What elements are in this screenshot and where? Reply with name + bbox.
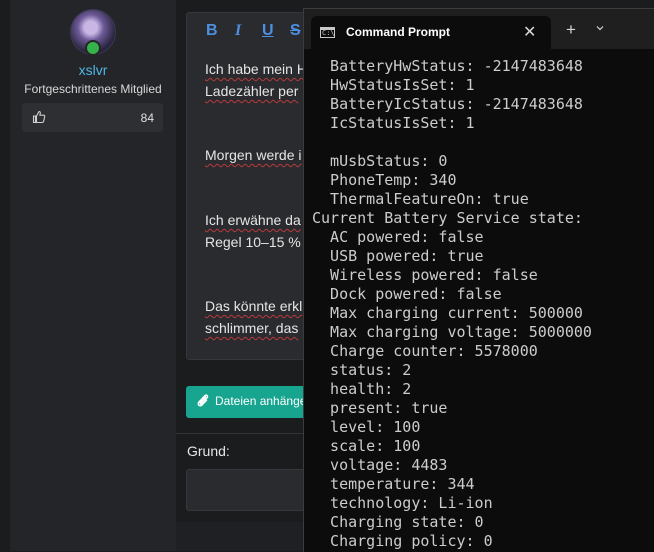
thumbs-up-icon [32, 110, 46, 124]
italic-button[interactable]: I [235, 22, 241, 40]
terminal-output-line: USB powered: true [312, 247, 484, 265]
terminal-output-line: level: 100 [312, 418, 421, 436]
terminal-output-line: Max charging voltage: 5000000 [312, 323, 592, 341]
terminal-output-line: ThermalFeatureOn: true [312, 190, 529, 208]
post-text-line: Ich habe mein H [205, 61, 307, 77]
terminal-output-line: Charging state: 0 [312, 513, 484, 531]
terminal-output-line: BatteryIcStatus: -2147483648 [312, 95, 583, 113]
terminal-output-line: scale: 100 [312, 437, 421, 455]
terminal-output-line: Charging policy: 0 [312, 532, 493, 550]
post-text-line: Ich erwähne da [205, 212, 301, 228]
terminal-output-line: status: 2 [312, 361, 412, 379]
paperclip-icon [197, 394, 209, 407]
terminal-output-line: health: 2 [312, 380, 412, 398]
terminal-output-line: present: true [312, 399, 448, 417]
terminal-output-line: temperature: 344 [312, 475, 475, 493]
terminal-output-line: IcStatusIsSet: 1 [312, 114, 475, 132]
post-text-line: Das könnte erkl [205, 298, 303, 314]
terminal-tab-title: Command Prompt [346, 25, 451, 39]
strikethrough-button[interactable]: S [290, 22, 301, 40]
cmd-terminal-icon: C:\ [320, 27, 335, 38]
terminal-output-line: Current Battery Service state: [312, 209, 583, 227]
terminal-tab[interactable]: C:\ Command Prompt ✕ [311, 16, 551, 49]
terminal-output-line: PhoneTemp: 340 [312, 171, 457, 189]
terminal-output-line: Max charging current: 500000 [312, 304, 583, 322]
terminal-output-line: Charge counter: 5578000 [312, 342, 538, 360]
underline-button[interactable]: U [262, 22, 274, 40]
username-link[interactable]: xslvr [10, 62, 176, 78]
attach-files-label: Dateien anhänge [215, 394, 307, 408]
post-text-line: Morgen werde i [205, 147, 302, 163]
chevron-down-icon[interactable] [596, 24, 604, 32]
terminal-output[interactable]: BatteryHwStatus: -2147483648 HwStatusIsS… [304, 57, 654, 551]
terminal-output-line: BatteryHwStatus: -2147483648 [312, 57, 583, 75]
close-icon[interactable]: ✕ [523, 22, 536, 42]
likes-count: 84 [140, 111, 154, 125]
post-text-line: Regel 10–15 % [205, 234, 301, 250]
terminal-output-line: Wireless powered: false [312, 266, 538, 284]
reason-label: Grund: [187, 443, 230, 459]
terminal-titlebar[interactable]: C:\ Command Prompt ✕ + [304, 9, 654, 49]
command-prompt-window[interactable]: C:\ Command Prompt ✕ + BatteryHwStatus: … [303, 8, 654, 552]
terminal-output-line: Dock powered: false [312, 285, 502, 303]
terminal-output-line: HwStatusIsSet: 1 [312, 76, 475, 94]
terminal-output-line: AC powered: false [312, 228, 484, 246]
terminal-output-line: mUsbStatus: 0 [312, 152, 448, 170]
bold-button[interactable]: B [206, 22, 218, 40]
online-status-indicator [85, 40, 101, 56]
plus-icon[interactable]: + [566, 21, 576, 38]
terminal-output-line: voltage: 4483 [312, 456, 448, 474]
post-text-line: schlimmer, das [205, 320, 299, 336]
terminal-output-line: technology: Li-ion [312, 494, 493, 512]
post-text-line: Ladezähler per [205, 83, 299, 99]
user-title: Fortgeschrittenes Mitglied [24, 82, 162, 96]
